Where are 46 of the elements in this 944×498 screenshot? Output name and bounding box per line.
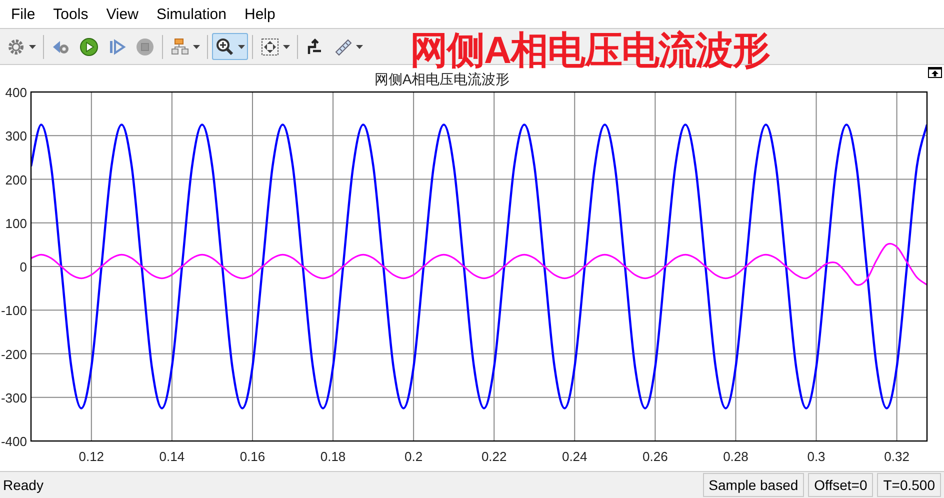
- play-icon: [79, 36, 99, 56]
- stop-icon: [135, 36, 155, 56]
- zoom-icon: [215, 36, 235, 56]
- y-tick-label: -400: [0, 434, 27, 449]
- ruler-icon: [333, 36, 353, 56]
- x-tick-label: 0.28: [723, 449, 748, 464]
- x-tick-label: 0.24: [562, 449, 588, 464]
- fit-axes-icon: [260, 36, 280, 56]
- x-tick-label: 0.16: [240, 449, 266, 464]
- caret-icon: [29, 44, 36, 48]
- x-tick-label: 0.14: [159, 449, 185, 464]
- y-tick-label: -100: [0, 303, 27, 318]
- zoom-button[interactable]: [212, 33, 248, 60]
- y-tick-label: 100: [5, 216, 27, 231]
- x-tick-label: 0.2: [404, 449, 423, 464]
- caret-icon: [238, 44, 245, 48]
- menu-item[interactable]: File: [2, 6, 44, 22]
- x-tick-label: 0.18: [320, 449, 346, 464]
- plot-title: 网侧A相电压电流波形: [374, 70, 510, 84]
- status-field: Sample based: [702, 473, 804, 497]
- x-tick-label: 0.3: [807, 449, 826, 464]
- caption-overlay: 网侧A相电压电流波形: [410, 32, 770, 70]
- undock-button[interactable]: [928, 67, 942, 78]
- menu-item[interactable]: Simulation: [147, 6, 236, 22]
- status-field: T=0.500: [877, 473, 941, 497]
- menu-item[interactable]: Tools: [44, 6, 98, 22]
- gear-icon: [6, 36, 26, 56]
- menu-item[interactable]: Help: [236, 6, 284, 22]
- y-tick-label: 200: [5, 172, 27, 188]
- step-forward-icon: [107, 36, 127, 56]
- y-tick-label: 300: [5, 128, 27, 144]
- caret-icon: [283, 44, 290, 48]
- status-field: Offset=0: [808, 473, 874, 497]
- block-diagram-icon: [170, 36, 190, 56]
- y-tick-label: -300: [0, 390, 27, 406]
- y-tick-label: 400: [5, 85, 27, 100]
- x-tick-label: 0.26: [642, 449, 668, 464]
- x-tick-label: 0.32: [884, 449, 910, 464]
- caret-icon: [356, 44, 363, 48]
- status-message: Ready: [3, 477, 44, 493]
- y-tick-label: -200: [0, 346, 27, 362]
- caret-icon: [193, 44, 200, 48]
- y-tick-label: 0: [20, 260, 27, 274]
- menu-item[interactable]: View: [97, 6, 148, 22]
- x-tick-label: 0.22: [481, 449, 507, 464]
- x-tick-label: 0.12: [78, 449, 104, 464]
